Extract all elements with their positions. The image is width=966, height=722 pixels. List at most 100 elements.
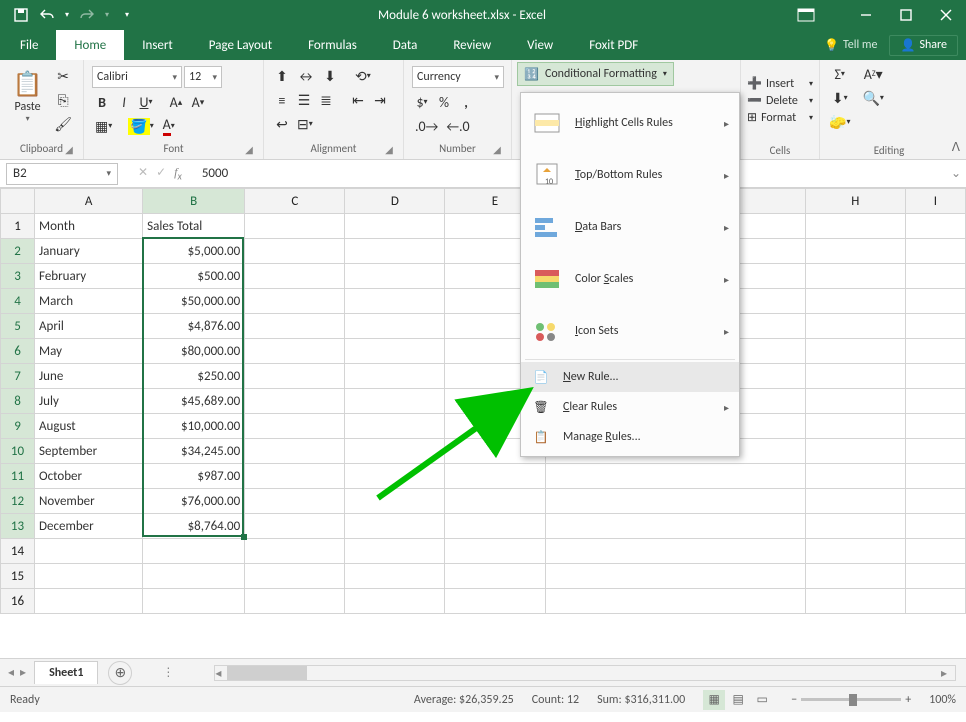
menu-top-bottom-rules[interactable]: 10 Top/Bottom Rules ▸ [521,149,739,201]
menu-data-bars[interactable]: Data Bars ▸ [521,201,739,253]
cell[interactable] [245,439,345,464]
undo-button[interactable] [36,4,58,26]
tab-split-handle[interactable]: ⋮ [162,665,174,680]
cell[interactable] [143,564,245,589]
sheet-tab[interactable]: Sheet1 [34,661,98,684]
row-header[interactable]: 12 [1,489,35,514]
cell[interactable]: $250.00 [143,364,245,389]
align-top-button[interactable]: ⬆ [272,66,292,86]
font-color-button[interactable]: A▾ [159,116,179,136]
minimize-button[interactable] [846,0,886,30]
zoom-slider[interactable]: − + [791,693,911,707]
cell[interactable] [345,539,445,564]
tab-file[interactable]: File [2,30,56,60]
tab-review[interactable]: Review [435,30,509,60]
row-header[interactable]: 1 [1,214,35,239]
cell[interactable] [805,289,905,314]
cell[interactable] [345,339,445,364]
cell[interactable] [445,489,545,514]
cell[interactable] [345,264,445,289]
paste-button[interactable]: 📋 Paste ▾ [8,64,47,124]
cell[interactable] [805,364,905,389]
column-header-A[interactable]: A [35,189,143,214]
cell[interactable] [345,439,445,464]
row-header[interactable]: 7 [1,364,35,389]
cell[interactable] [545,464,805,489]
cut-button[interactable]: ✂ [51,66,75,86]
menu-new-rule[interactable]: 📄 New Rule... [521,362,739,392]
number-format-combo[interactable]: Currency▾ [412,66,504,88]
cancel-formula-icon[interactable]: ✕ [138,165,148,182]
cell[interactable] [905,314,965,339]
sort-filter-button[interactable]: AZ▾ [859,64,886,84]
cell[interactable]: December [35,514,143,539]
row-header[interactable]: 10 [1,439,35,464]
save-icon[interactable] [10,4,32,26]
worksheet-grid[interactable]: A B C D E H I 1MonthSales Total2January$… [0,188,966,658]
cell[interactable]: April [35,314,143,339]
cell[interactable] [905,289,965,314]
cell[interactable] [35,564,143,589]
cell[interactable] [245,364,345,389]
cell[interactable] [805,439,905,464]
cell[interactable] [245,539,345,564]
menu-clear-rules[interactable]: 🗑 Clear Rules ▸ [521,392,739,422]
fill-button[interactable]: ⬇▾ [826,88,853,108]
comma-button[interactable]: , [456,92,476,112]
tab-page-layout[interactable]: Page Layout [191,30,290,60]
cell[interactable]: $5,000.00 [143,239,245,264]
font-name-combo[interactable]: Calibri▾ [92,66,182,88]
row-header[interactable]: 14 [1,539,35,564]
tell-me-search[interactable]: 💡 Tell me [812,38,889,53]
column-header-B[interactable]: B [143,189,245,214]
underline-button[interactable]: U▾ [136,92,156,112]
borders-button[interactable]: ▦▾ [92,116,115,136]
tab-formulas[interactable]: Formulas [290,30,375,60]
tab-data[interactable]: Data [375,30,436,60]
cell[interactable] [345,214,445,239]
cell[interactable]: March [35,289,143,314]
cell[interactable] [245,339,345,364]
row-header[interactable]: 16 [1,589,35,614]
cell[interactable]: $45,689.00 [143,389,245,414]
increase-font-button[interactable]: A▴ [166,92,186,112]
cell[interactable] [905,264,965,289]
cell[interactable] [905,214,965,239]
view-page-break-button[interactable]: ▭ [751,690,773,710]
dialog-launcher-icon[interactable]: ◢ [383,143,395,155]
cell[interactable] [245,389,345,414]
delete-cells-button[interactable]: ➖Delete▾ [747,93,813,108]
cell[interactable] [805,464,905,489]
insert-function-icon[interactable]: fx [174,165,182,182]
zoom-in-button[interactable]: + [905,693,911,707]
view-normal-button[interactable]: ▦ [703,690,725,710]
align-right-button[interactable]: ≣ [316,90,336,110]
zoom-thumb[interactable] [849,694,857,706]
cell[interactable] [245,414,345,439]
accounting-format-button[interactable]: $▾ [412,92,432,112]
fill-handle[interactable] [241,534,247,540]
cell[interactable] [143,539,245,564]
row-header[interactable]: 9 [1,414,35,439]
close-button[interactable] [926,0,966,30]
cell[interactable] [805,389,905,414]
percent-button[interactable]: % [434,92,454,112]
zoom-level[interactable]: 100% [929,693,956,707]
cell[interactable] [345,464,445,489]
name-box[interactable]: B2 ▾ [6,163,118,185]
column-header-H[interactable]: H [805,189,905,214]
maximize-button[interactable] [886,0,926,30]
cell[interactable] [345,489,445,514]
font-size-combo[interactable]: 12▾ [184,66,222,88]
cell[interactable] [545,589,805,614]
share-button[interactable]: 👤 Share [889,35,958,56]
cell[interactable] [245,264,345,289]
cell[interactable]: Month [35,214,143,239]
cell[interactable] [245,464,345,489]
cell[interactable] [805,239,905,264]
cell[interactable]: November [35,489,143,514]
cell[interactable]: August [35,414,143,439]
cell[interactable]: Sales Total [143,214,245,239]
cell[interactable] [805,414,905,439]
cell[interactable] [345,314,445,339]
